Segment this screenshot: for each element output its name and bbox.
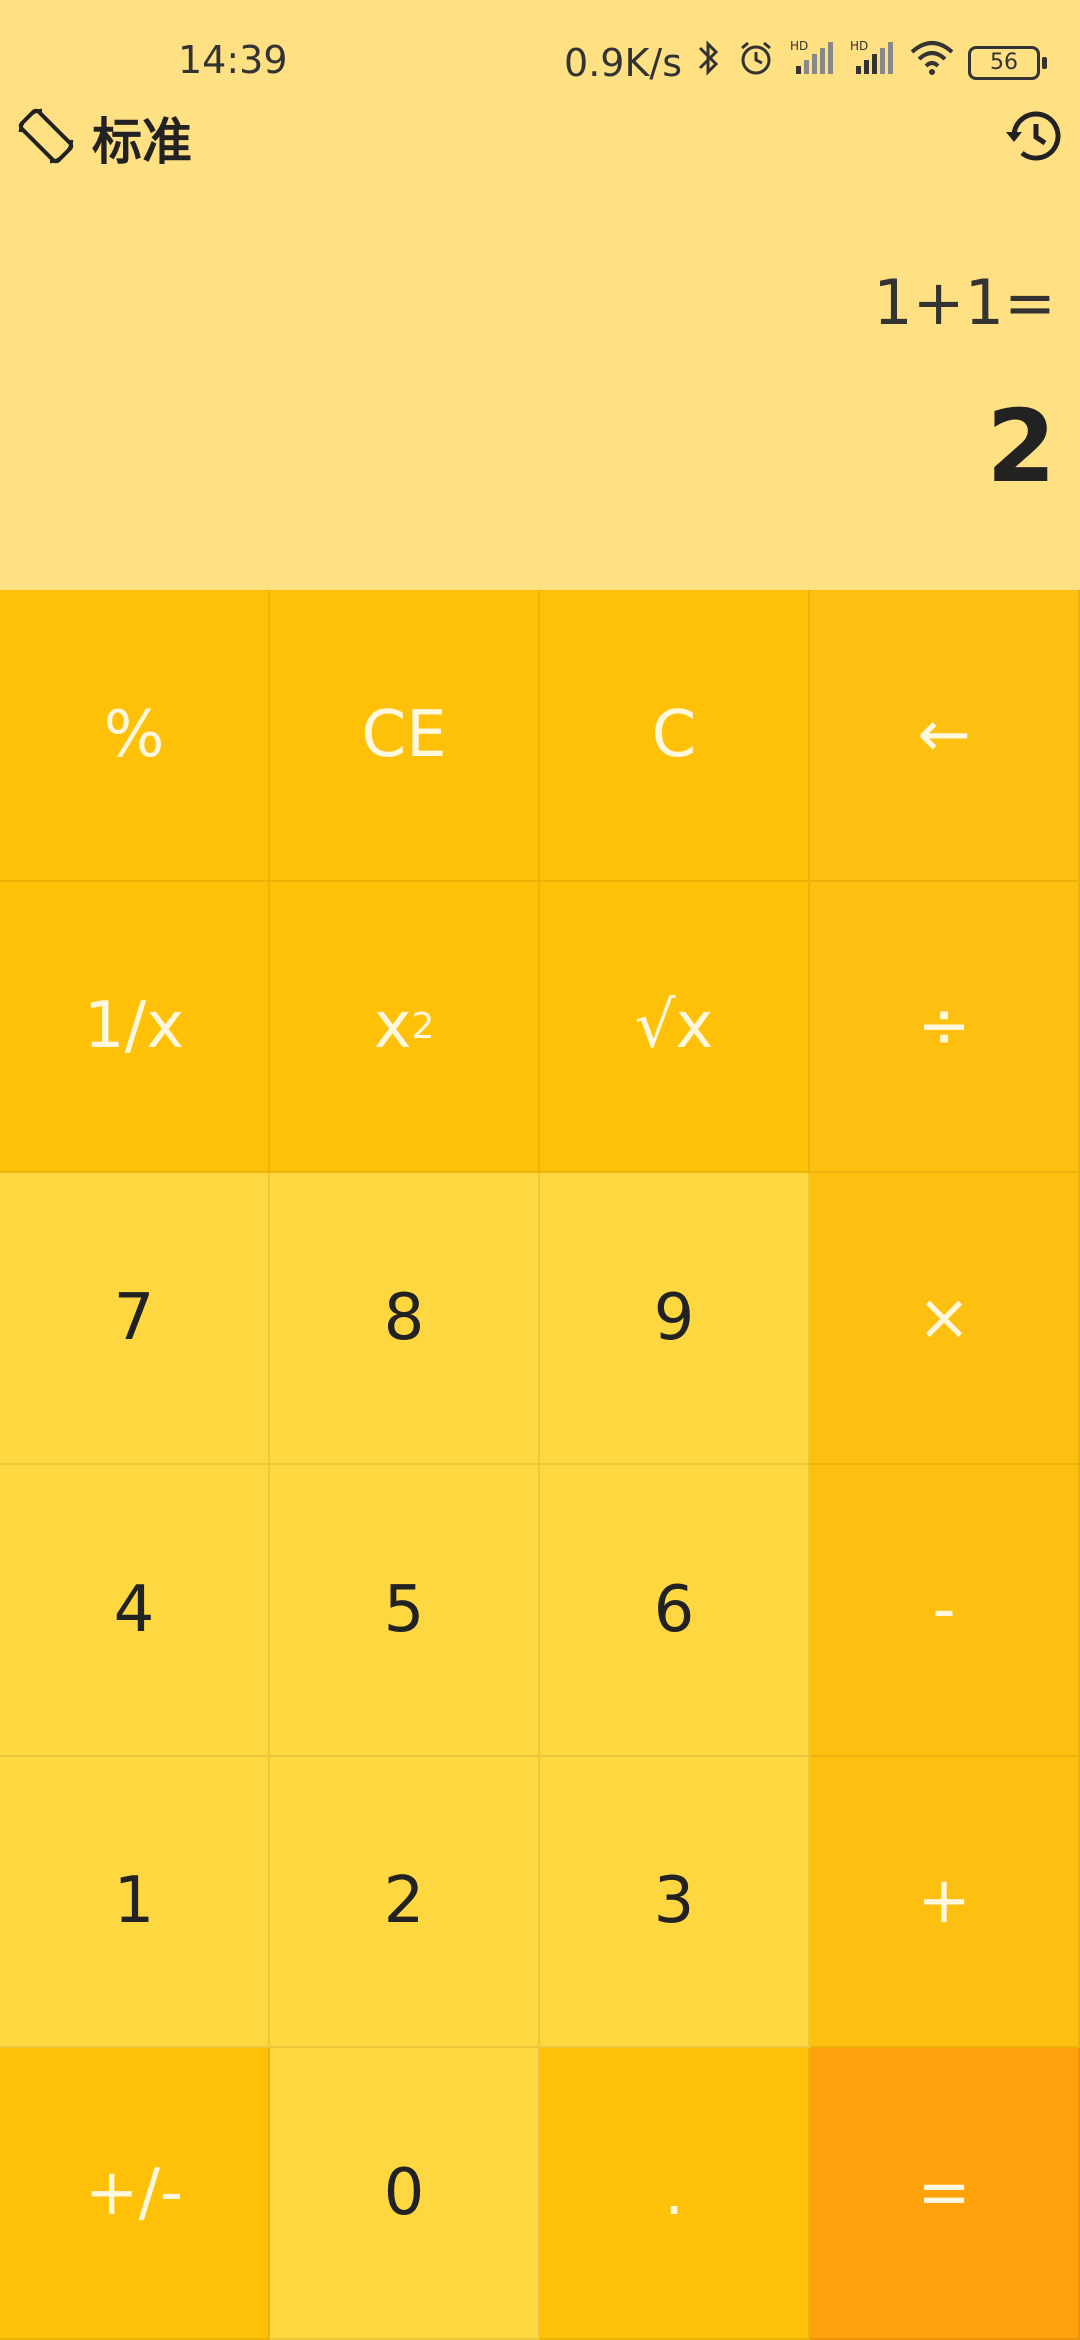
divide-button[interactable]: ÷ — [810, 881, 1080, 1174]
negate-button[interactable]: +/- — [0, 2048, 270, 2340]
calculator-display: 1+1= 2 — [0, 206, 1080, 590]
digit-5-button[interactable]: 5 — [270, 1464, 540, 1757]
rotate-screen-icon — [12, 102, 80, 174]
svg-text:HD: HD — [790, 39, 808, 53]
bluetooth-icon — [696, 38, 722, 87]
equals-button[interactable]: = — [810, 2048, 1080, 2340]
status-time: 14:39 — [178, 38, 288, 82]
multiply-button[interactable]: × — [810, 1173, 1080, 1465]
digit-2-button[interactable]: 2 — [270, 1756, 540, 2049]
digit-1-button[interactable]: 1 — [0, 1756, 270, 2049]
mode-switch-button[interactable]: 标准 — [12, 102, 192, 174]
history-button[interactable] — [1002, 104, 1066, 172]
result-text: 2 — [986, 388, 1056, 505]
square-label: x — [373, 989, 412, 1064]
status-bar: 14:39 0.9K/s HD HD 56 — [0, 0, 1080, 96]
percent-button[interactable]: % — [0, 590, 270, 882]
history-icon — [1002, 111, 1066, 172]
digit-7-button[interactable]: 7 — [0, 1173, 270, 1465]
clear-entry-button[interactable]: CE — [270, 590, 540, 882]
mode-label: 标准 — [92, 113, 192, 171]
top-bar: 标准 — [0, 96, 1080, 206]
backspace-button[interactable]: ← — [810, 590, 1080, 882]
digit-4-button[interactable]: 4 — [0, 1464, 270, 1757]
plus-button[interactable]: + — [810, 1756, 1080, 2049]
digit-9-button[interactable]: 9 — [540, 1173, 810, 1465]
square-exponent: 2 — [411, 1005, 435, 1047]
digit-6-button[interactable]: 6 — [540, 1464, 810, 1757]
network-speed: 0.9K/s — [564, 40, 682, 85]
sqrt-button[interactable]: √x — [540, 881, 810, 1174]
clear-button[interactable]: C — [540, 590, 810, 882]
minus-button[interactable]: - — [810, 1464, 1080, 1757]
status-icons: 0.9K/s HD HD 56 — [564, 38, 1047, 87]
square-button[interactable]: x2 — [270, 881, 540, 1174]
alarm-icon — [736, 38, 776, 87]
digit-8-button[interactable]: 8 — [270, 1173, 540, 1465]
keypad: % CE C ← 1/x x2 √x ÷ 7 8 9 × 4 5 6 - 1 2… — [0, 590, 1080, 2340]
digit-0-button[interactable]: 0 — [270, 2048, 540, 2340]
reciprocal-button[interactable]: 1/x — [0, 881, 270, 1174]
signal-hd-2-icon: HD — [850, 38, 896, 87]
expression-text: 1+1= — [873, 266, 1056, 339]
digit-3-button[interactable]: 3 — [540, 1756, 810, 2049]
decimal-point-button[interactable]: . — [540, 2048, 810, 2340]
battery-icon: 56 — [968, 45, 1047, 80]
wifi-icon — [910, 40, 954, 85]
signal-hd-1-icon: HD — [790, 38, 836, 87]
svg-text:HD: HD — [850, 39, 868, 53]
